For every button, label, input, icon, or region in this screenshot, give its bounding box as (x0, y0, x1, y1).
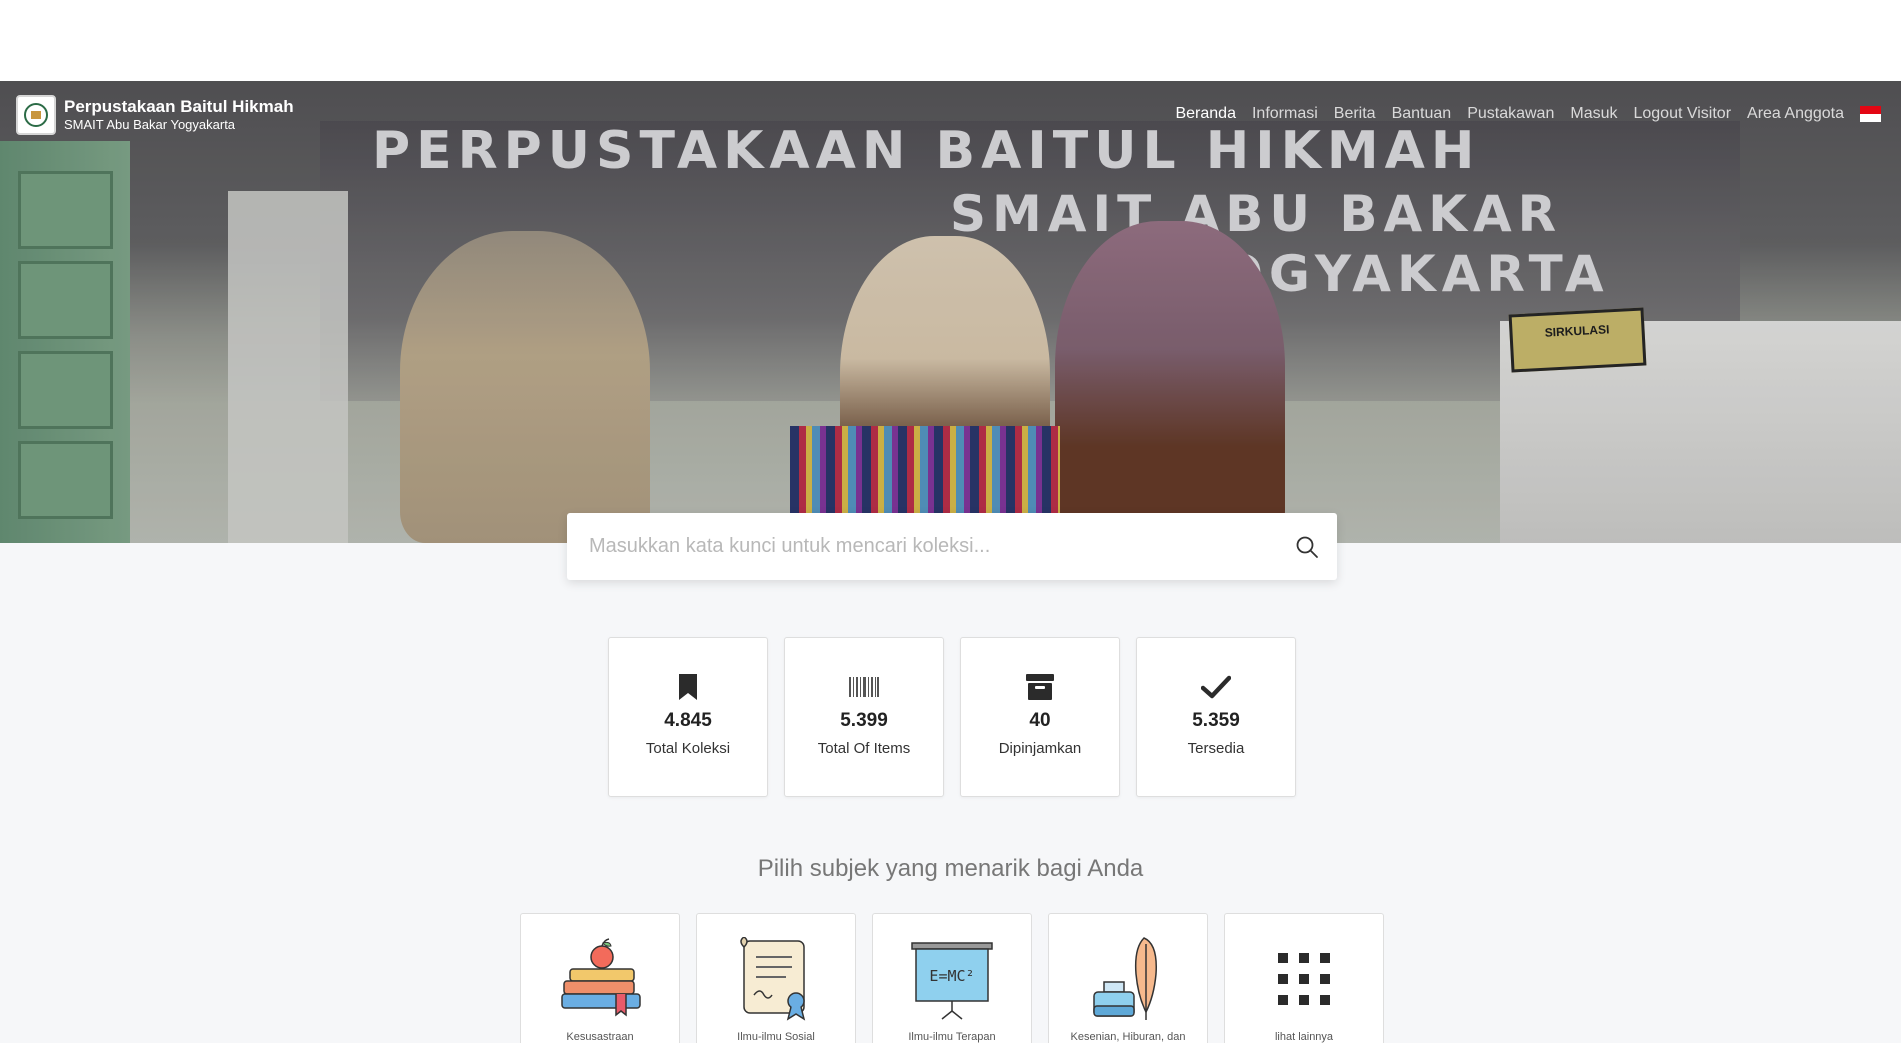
stat-label: Tersedia (1187, 740, 1245, 757)
flag-red-stripe (1860, 106, 1881, 114)
top-white-strip (0, 0, 1901, 81)
nav-pustakawan[interactable]: Pustakawan (1467, 105, 1554, 123)
subjects-row: Kesusastraan Ilmu-ilmu Sosial E=MC² Ilmu… (520, 913, 1400, 1043)
subject-label: Ilmu-ilmu Sosial (737, 1031, 815, 1043)
nav-bantuan[interactable]: Bantuan (1392, 105, 1452, 123)
brand-link[interactable]: Perpustakaan Baitul Hikmah SMAIT Abu Bak… (16, 95, 294, 135)
flag-white-stripe (1860, 114, 1881, 122)
subject-label: lihat lainnya (1274, 1031, 1334, 1043)
stat-card-total-koleksi: 4.845 Total Koleksi (608, 637, 768, 797)
check-icon (1201, 672, 1231, 702)
subject-label: Kesenian, Hiburan, dan (1070, 1031, 1186, 1043)
stat-label: Total Of Items (817, 740, 911, 757)
brand-title: Perpustakaan Baitul Hikmah (64, 97, 294, 116)
books-apple-icon (558, 934, 642, 1024)
ink-feather-icon (1086, 934, 1170, 1024)
brand-subtitle: SMAIT Abu Bakar Yogyakarta (64, 117, 236, 132)
subject-card-kesenian[interactable]: Kesenian, Hiburan, dan (1048, 913, 1208, 1043)
indonesia-flag-icon[interactable] (1860, 106, 1881, 122)
search-icon (1296, 536, 1318, 558)
scroll-certificate-icon (736, 934, 816, 1024)
library-logo-icon (16, 95, 56, 135)
nav-area-anggota[interactable]: Area Anggota (1747, 105, 1844, 123)
stat-value: 40 (1029, 710, 1051, 731)
stat-card-dipinjamkan: 40 Dipinjamkan (960, 637, 1120, 797)
subject-card-ilmu-terapan[interactable]: E=MC² Ilmu-ilmu Terapan (872, 913, 1032, 1043)
brand-text: Perpustakaan Baitul Hikmah SMAIT Abu Bak… (64, 97, 294, 133)
nav-beranda[interactable]: Beranda (1175, 105, 1236, 123)
stat-value: 5.359 (1192, 710, 1240, 731)
archive-icon (1026, 672, 1054, 702)
navbar: Perpustakaan Baitul Hikmah SMAIT Abu Bak… (0, 81, 1901, 151)
search-button[interactable] (1277, 513, 1337, 580)
bookmark-icon (678, 672, 698, 702)
search-box (567, 513, 1337, 580)
stats-row: 4.845 Total Koleksi 5.399 Total Of Items… (608, 637, 1312, 797)
subject-card-lihat-lainnya[interactable]: lihat lainnya (1224, 913, 1384, 1043)
nav-masuk[interactable]: Masuk (1570, 105, 1617, 123)
subject-label: Kesusastraan (566, 1031, 634, 1043)
subject-card-ilmu-sosial[interactable]: Ilmu-ilmu Sosial (696, 913, 856, 1043)
nav-berita[interactable]: Berita (1334, 105, 1376, 123)
stat-value: 4.845 (664, 710, 712, 731)
nav-logout-visitor[interactable]: Logout Visitor (1633, 105, 1731, 123)
stat-card-total-items: 5.399 Total Of Items (784, 637, 944, 797)
stat-label: Total Koleksi (645, 740, 731, 757)
search-input[interactable] (567, 535, 1277, 558)
stat-label: Dipinjamkan (998, 740, 1082, 757)
subject-label: Ilmu-ilmu Terapan (908, 1031, 996, 1043)
stat-value: 5.399 (840, 710, 888, 731)
grid-icon (1278, 934, 1330, 1024)
barcode-icon (849, 672, 879, 702)
stat-card-tersedia: 5.359 Tersedia (1136, 637, 1296, 797)
nav-informasi[interactable]: Informasi (1252, 105, 1318, 123)
subject-card-kesusastraan[interactable]: Kesusastraan (520, 913, 680, 1043)
blackboard-formula-icon: E=MC² (910, 934, 994, 1024)
main-nav: Beranda Informasi Berita Bantuan Pustaka… (1159, 105, 1881, 123)
svg-text:E=MC²: E=MC² (929, 967, 974, 985)
subjects-heading: Pilih subjek yang menarik bagi Anda (757, 855, 1144, 882)
